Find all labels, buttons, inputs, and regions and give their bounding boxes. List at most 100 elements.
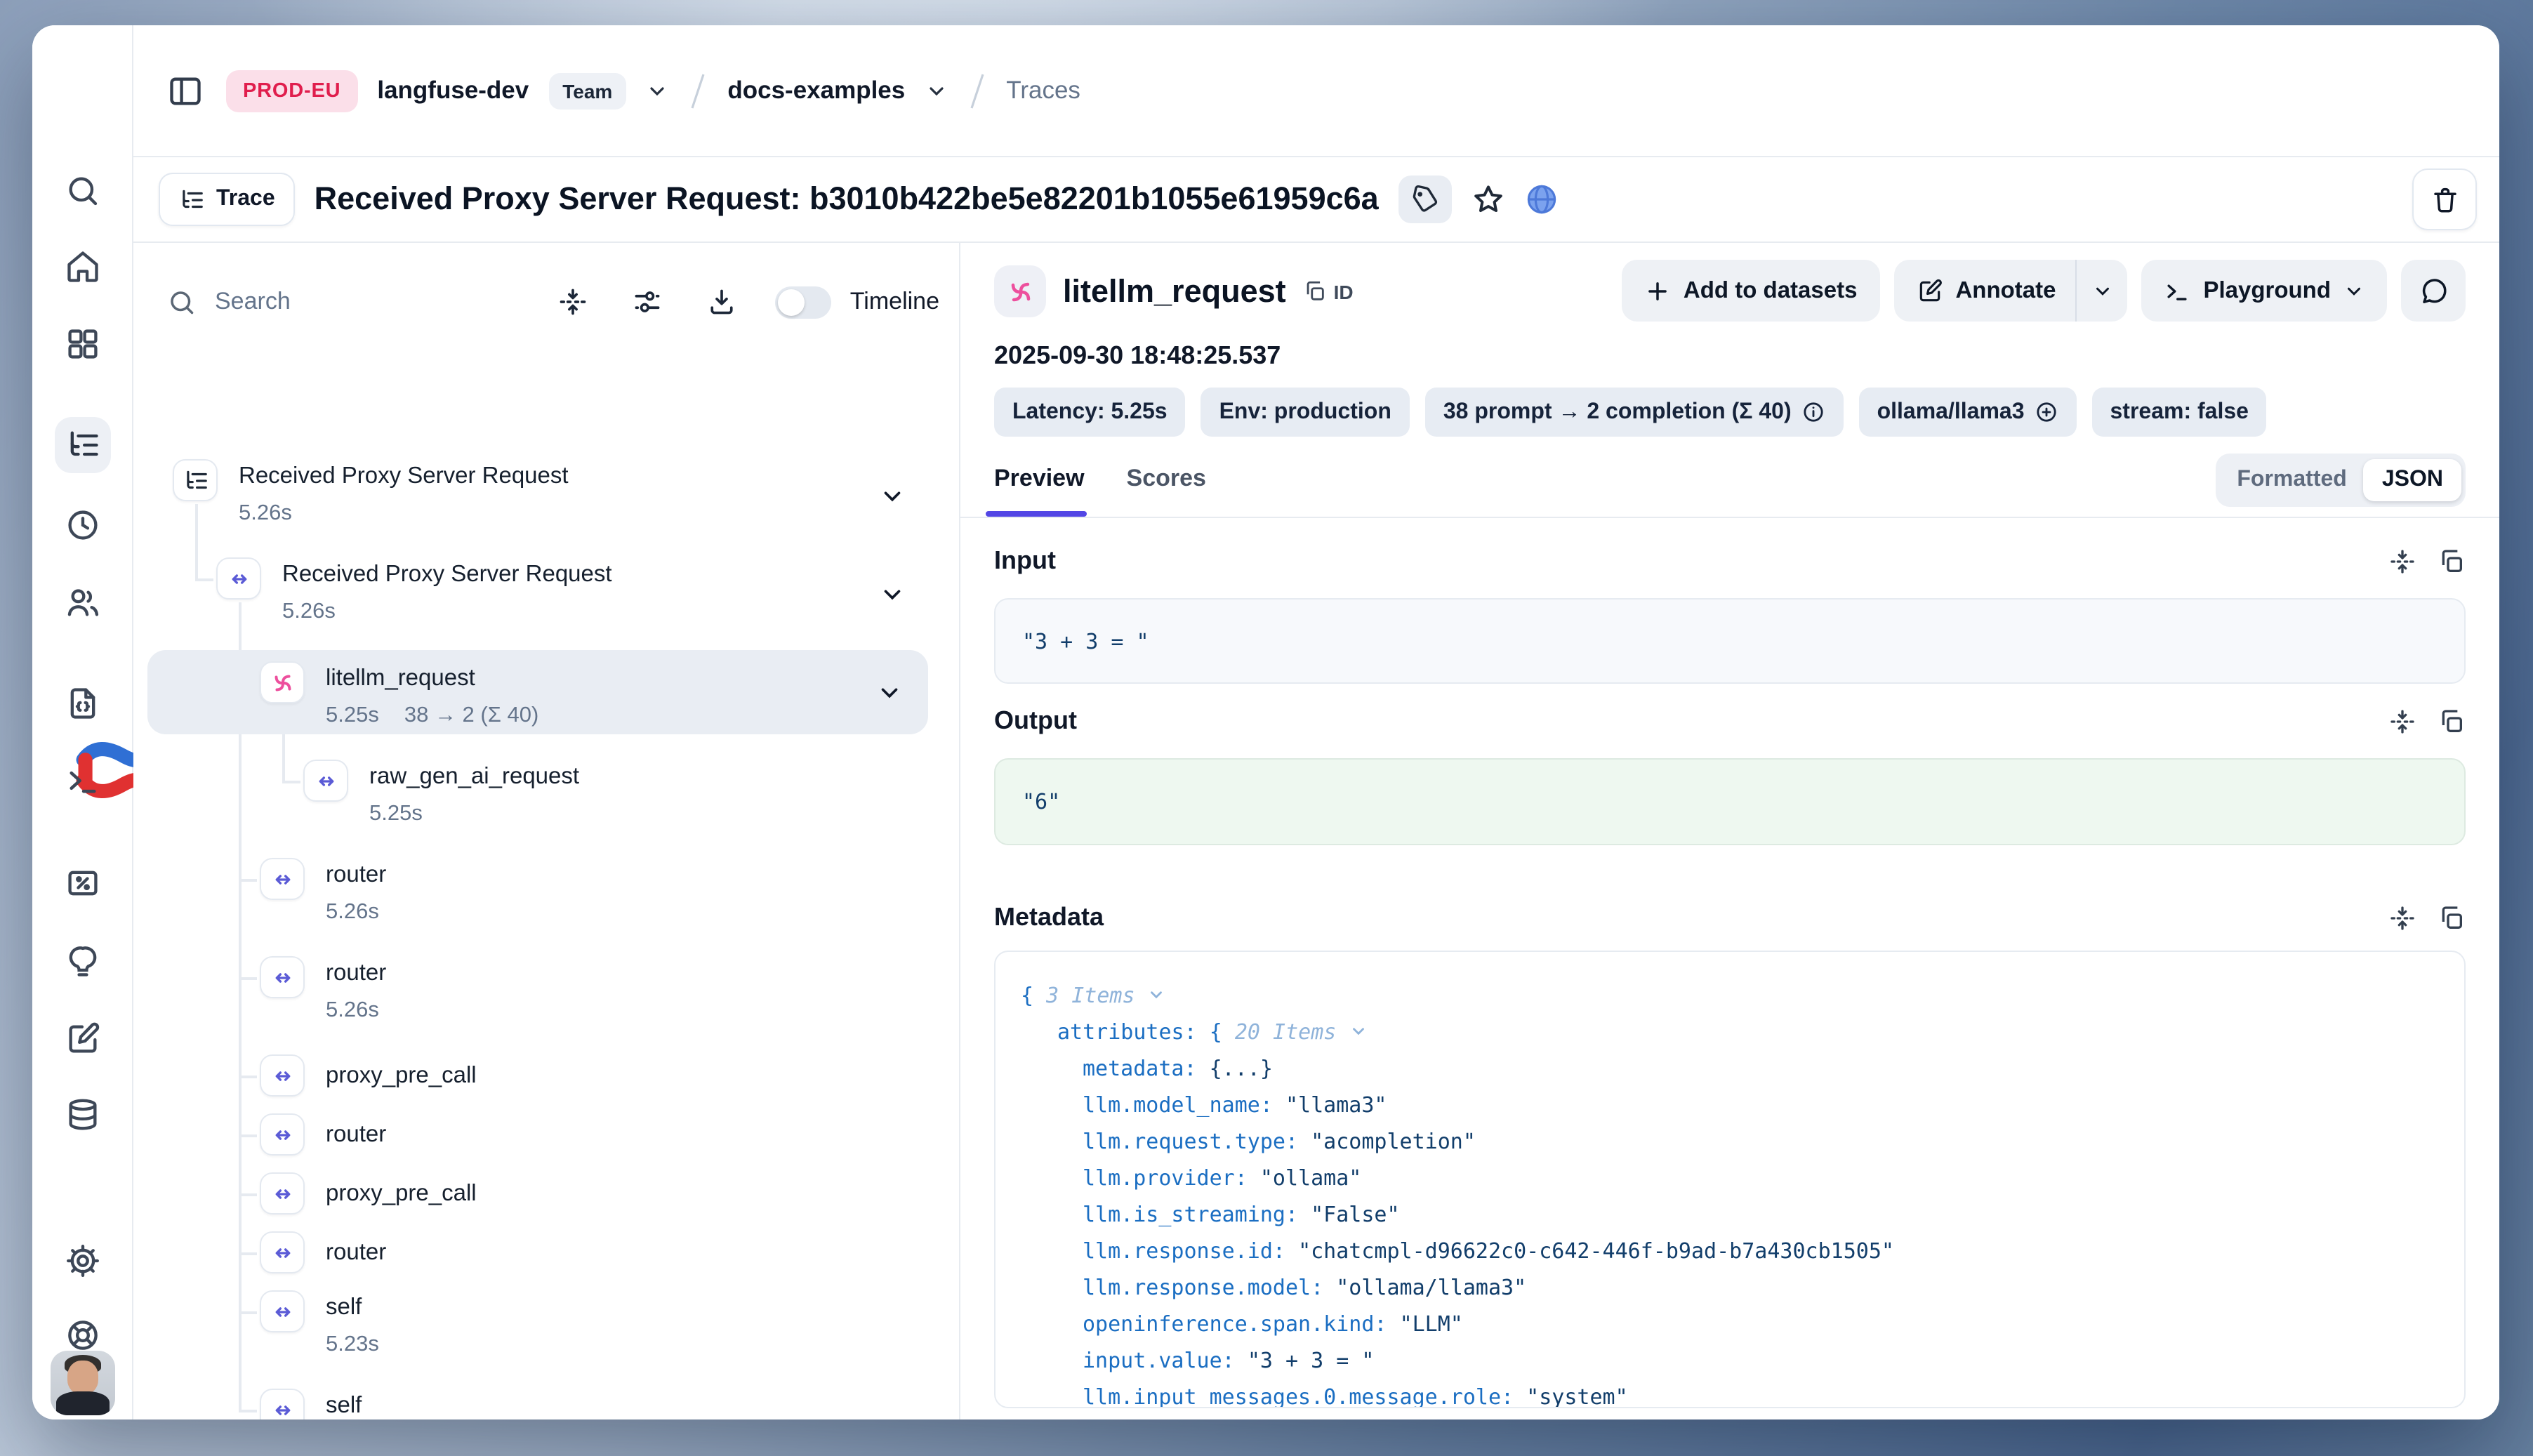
token-usage-badge[interactable]: 38 prompt → 2 completion (Σ 40)	[1425, 388, 1844, 437]
json-entry[interactable]: llm.model_name: "llama3"	[1083, 1092, 1387, 1118]
sidebar-item-tracing[interactable]	[55, 417, 111, 473]
tags-button[interactable]	[1398, 176, 1452, 223]
tree-row[interactable]: self 5.23s	[133, 1290, 945, 1363]
chevron-down-icon	[1148, 986, 1166, 1004]
json-entry[interactable]: llm.is_streaming: "False"	[1083, 1202, 1400, 1227]
environment-badge[interactable]: PROD-EU	[226, 70, 357, 112]
evaluation-icon[interactable]	[65, 865, 101, 901]
tab-preview[interactable]: Preview	[994, 465, 1085, 510]
collapse-all-icon[interactable]	[558, 286, 589, 317]
tab-scores[interactable]: Scores	[1127, 465, 1206, 510]
sessions-clock-icon[interactable]	[65, 507, 101, 543]
sidebar-toggle-icon[interactable]	[164, 70, 206, 112]
json-entry[interactable]: llm.response.model: "ollama/llama3"	[1083, 1275, 1526, 1300]
observation-timestamp: 2025-09-30 18:48:25.537	[994, 341, 1281, 371]
add-to-datasets-button[interactable]: Add to datasets	[1622, 260, 1880, 322]
annotate-dropdown-button[interactable]	[2077, 260, 2127, 322]
search-icon	[167, 287, 197, 317]
view-mode-toggle: Formatted JSON	[2216, 454, 2466, 507]
tree-row[interactable]: proxy_pre_call	[133, 1172, 945, 1215]
annotation-queue-icon[interactable]	[65, 1021, 101, 1057]
timeline-toggle[interactable]	[776, 286, 832, 318]
model-badge[interactable]: ollama/llama3	[1859, 388, 2077, 437]
json-entry[interactable]: input.value: "3 + 3 = "	[1083, 1348, 1374, 1373]
tree-row[interactable]: router	[133, 1231, 945, 1273]
observation-badges: Latency: 5.25s Env: production 38 prompt…	[994, 388, 2267, 437]
desktop-background: PROD-EU langfuse-dev Team docs-examples …	[0, 0, 2533, 1456]
json-entry[interactable]: metadata: {...}	[1083, 1056, 1273, 1081]
chevron-down-icon[interactable]	[879, 581, 906, 608]
trace-tree-icon	[178, 186, 205, 213]
trace-title: Received Proxy Server Request: b3010b422…	[315, 181, 1379, 218]
support-lifebuoy-icon[interactable]	[65, 1317, 101, 1354]
project-name[interactable]: docs-examples	[727, 76, 905, 105]
input-value-box: "3 + 3 = "	[994, 598, 2466, 684]
json-entry[interactable]: llm.provider: "ollama"	[1083, 1165, 1361, 1191]
tree-row[interactable]: Received Proxy Server Request 5.26s	[133, 459, 945, 532]
view-settings-icon[interactable]	[633, 286, 663, 317]
tree-row[interactable]: proxy_pre_call	[133, 1054, 945, 1097]
tree-row[interactable]: self 5.23s	[133, 1389, 945, 1419]
json-entry[interactable]: openinference.span.kind: "LLM"	[1083, 1311, 1463, 1337]
tree-row[interactable]: router 5.26s	[133, 858, 945, 931]
tree-row-selected[interactable]: litellm_request 5.25s38 → 2 (Σ 40)	[147, 650, 928, 734]
tree-row[interactable]: raw_gen_ai_request 5.25s	[133, 760, 945, 833]
users-icon[interactable]	[65, 584, 101, 621]
organization-name[interactable]: langfuse-dev	[377, 76, 529, 105]
fold-vertical-icon[interactable]	[2388, 547, 2416, 575]
json-entry[interactable]: llm.input_messages.0.message.role: "syst…	[1083, 1384, 1628, 1408]
chevron-down-icon[interactable]	[879, 483, 906, 510]
span-arrows-icon	[260, 1389, 305, 1419]
trace-type-chip: Trace	[159, 173, 295, 226]
tree-row[interactable]: router	[133, 1113, 945, 1156]
comments-button[interactable]	[2401, 260, 2466, 322]
copy-icon[interactable]	[2438, 547, 2466, 575]
token-metrics: 38 → 2 (Σ 40)	[404, 703, 538, 727]
info-icon	[1801, 400, 1825, 424]
prompts-icon[interactable]	[65, 685, 101, 722]
playground-terminal-icon[interactable]	[65, 762, 101, 799]
breadcrumb-section[interactable]: Traces	[1006, 76, 1080, 105]
json-entry[interactable]: llm.request.type: "acompletion"	[1083, 1129, 1476, 1154]
playground-button[interactable]: Playground	[2141, 260, 2387, 322]
copy-icon[interactable]	[2438, 707, 2466, 735]
download-icon[interactable]	[707, 286, 738, 317]
detail-tabs: Preview Scores	[994, 465, 1206, 510]
datasets-database-icon[interactable]	[65, 1097, 101, 1133]
json-attributes-line[interactable]: attributes: { 20 Items	[1057, 1019, 1367, 1045]
metadata-section-header: Metadata	[994, 903, 2466, 932]
latency-badge: Latency: 5.25s	[994, 388, 1186, 437]
json-root-line[interactable]: { 3 Items	[1021, 983, 1166, 1008]
tree-row[interactable]: Received Proxy Server Request 5.26s	[133, 557, 945, 630]
fold-vertical-icon[interactable]	[2388, 707, 2416, 735]
org-chevron-down-icon[interactable]	[646, 79, 668, 102]
bookmark-star-icon[interactable]	[1471, 183, 1505, 216]
top-header: PROD-EU langfuse-dev Team docs-examples …	[133, 25, 2499, 157]
copy-id-button[interactable]: ID	[1303, 279, 1354, 303]
tree-row[interactable]: router 5.26s	[133, 956, 945, 1029]
chevron-down-icon[interactable]	[876, 680, 903, 706]
breadcrumb-separator	[688, 70, 708, 112]
formatted-toggle-option[interactable]: Formatted	[2220, 468, 2363, 493]
copy-icon[interactable]	[2438, 904, 2466, 932]
tree-toolbar: Search Timeline	[133, 277, 939, 327]
observation-title: litellm_request	[1063, 273, 1286, 310]
annotate-button[interactable]: Annotate	[1893, 260, 2075, 322]
user-avatar[interactable]	[51, 1351, 115, 1415]
metadata-json-box: { 3 Items attributes: { 20 Items metadat…	[994, 951, 2466, 1408]
public-globe-icon[interactable]	[1525, 183, 1559, 216]
project-chevron-down-icon[interactable]	[925, 79, 947, 102]
dashboards-icon[interactable]	[65, 326, 101, 362]
search-icon[interactable]	[65, 173, 101, 209]
json-entry[interactable]: llm.response.id: "chatcmpl-d96622c0-c642…	[1083, 1238, 1894, 1264]
fold-vertical-icon[interactable]	[2388, 904, 2416, 932]
lightbulb-icon[interactable]	[65, 944, 101, 980]
search-input[interactable]: Search	[215, 288, 291, 316]
left-rail	[32, 25, 133, 1419]
settings-gear-icon[interactable]	[65, 1243, 101, 1279]
delete-trace-button[interactable]	[2412, 168, 2477, 230]
home-icon[interactable]	[65, 249, 101, 285]
terminal-icon	[2164, 277, 2190, 304]
output-value-box: "6"	[994, 758, 2466, 845]
json-toggle-option[interactable]: JSON	[2364, 459, 2461, 501]
